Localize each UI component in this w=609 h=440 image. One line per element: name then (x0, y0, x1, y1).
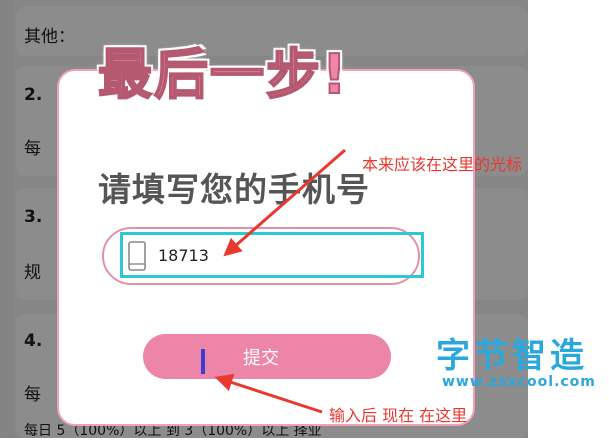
watermark-brand: 字节智造 (436, 336, 588, 376)
watermark-url: www.zsxcool.com (442, 374, 596, 390)
annotation-actual-cursor: 输入后 现在 在这里 (329, 406, 468, 425)
arrow-to-expected-cursor (223, 148, 346, 257)
annotation-expected-cursor: 本来应该在这里的光标 (362, 155, 523, 174)
arrow-to-actual-cursor (214, 373, 323, 414)
